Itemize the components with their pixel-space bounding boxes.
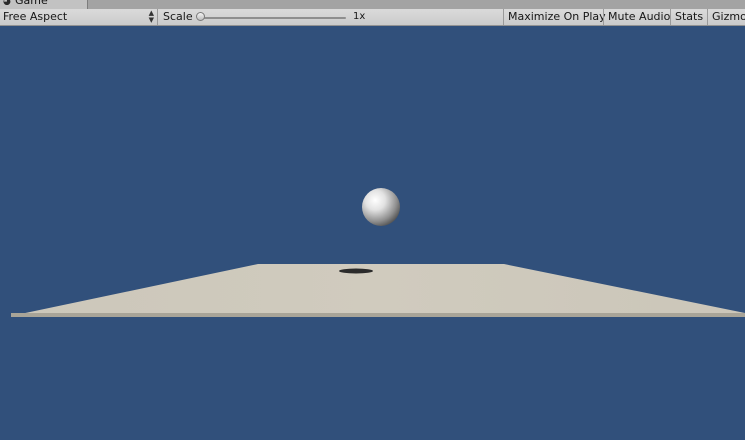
scale-slider-track[interactable] xyxy=(200,17,346,19)
tab-game-label: Game xyxy=(15,0,48,7)
scale-value: 1x xyxy=(353,11,366,22)
sphere xyxy=(362,188,400,226)
scene-render xyxy=(11,188,745,317)
aspect-dropdown[interactable]: Free Aspect ▲ ▼ xyxy=(0,9,158,25)
tab-game[interactable]: ◕ Game xyxy=(0,0,88,9)
game-toolbar: Free Aspect ▲ ▼ Scale 1x Maximize On Play… xyxy=(0,9,745,26)
mute-audio-toggle[interactable]: Mute Audio xyxy=(603,9,671,25)
aspect-dropdown-label: Free Aspect xyxy=(3,10,68,23)
game-viewport[interactable] xyxy=(0,26,745,440)
scale-label: Scale xyxy=(163,10,193,23)
sphere-shadow xyxy=(339,268,373,274)
ground-plane xyxy=(11,264,745,316)
game-window: ◕ Game Free Aspect ▲ ▼ Scale 1x Maximize … xyxy=(0,0,745,440)
stats-toggle[interactable]: Stats xyxy=(670,9,708,25)
scale-slider-thumb[interactable] xyxy=(196,12,205,21)
ground-plane-edge xyxy=(11,313,745,317)
maximize-on-play-toggle[interactable]: Maximize On Play xyxy=(503,9,606,25)
dropdown-arrows-icon: ▲ ▼ xyxy=(148,9,154,24)
game-view-icon: ◕ xyxy=(3,0,11,7)
gizmos-button[interactable]: Gizmo xyxy=(707,9,745,25)
tab-strip: ◕ Game xyxy=(0,0,745,9)
